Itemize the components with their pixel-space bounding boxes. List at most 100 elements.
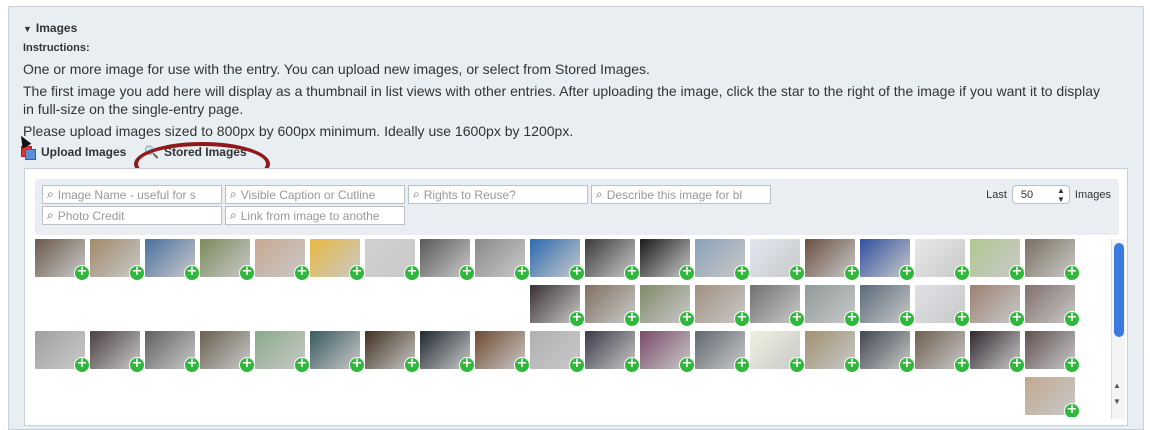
add-image-icon[interactable]: + [844, 357, 860, 373]
add-image-icon[interactable]: + [624, 265, 640, 281]
add-image-icon[interactable]: + [789, 265, 805, 281]
image-thumbnail[interactable]: + [805, 239, 860, 281]
image-thumbnail[interactable]: + [970, 239, 1025, 281]
image-thumbnail[interactable]: + [585, 285, 640, 327]
image-thumbnail[interactable]: + [805, 285, 860, 327]
add-image-icon[interactable]: + [1009, 357, 1025, 373]
add-image-icon[interactable]: + [1064, 403, 1080, 417]
add-image-icon[interactable]: + [1064, 311, 1080, 327]
image-thumbnail[interactable]: + [90, 239, 145, 281]
add-image-icon[interactable]: + [74, 357, 90, 373]
disclosure-triangle-icon[interactable]: ▼ [23, 24, 32, 34]
image-thumbnail[interactable]: + [695, 239, 750, 281]
add-image-icon[interactable]: + [294, 265, 310, 281]
add-image-icon[interactable]: + [679, 357, 695, 373]
add-image-icon[interactable]: + [404, 265, 420, 281]
image-thumbnail[interactable]: + [915, 331, 970, 373]
tab-upload-images[interactable]: Upload Images [20, 140, 126, 164]
image-thumbnail[interactable]: + [585, 331, 640, 373]
add-image-icon[interactable]: + [514, 357, 530, 373]
photo-credit-filter[interactable]: ⌕ Photo Credit [42, 206, 222, 225]
add-image-icon[interactable]: + [184, 265, 200, 281]
add-image-icon[interactable]: + [129, 265, 145, 281]
image-thumbnail[interactable]: + [1025, 377, 1080, 417]
image-thumbnail[interactable]: + [200, 239, 255, 281]
image-thumbnail[interactable]: + [145, 331, 200, 373]
add-image-icon[interactable]: + [294, 357, 310, 373]
add-image-icon[interactable]: + [899, 311, 915, 327]
image-name-filter[interactable]: ⌕ Image Name - useful for s [42, 185, 222, 204]
image-thumbnail[interactable]: + [530, 239, 585, 281]
image-thumbnail[interactable]: + [860, 239, 915, 281]
image-thumbnail[interactable]: + [750, 331, 805, 373]
describe-filter[interactable]: ⌕ Describe this image for bl [591, 185, 771, 204]
image-thumbnail[interactable]: + [475, 331, 530, 373]
add-image-icon[interactable]: + [789, 357, 805, 373]
add-image-icon[interactable]: + [954, 357, 970, 373]
image-thumbnail[interactable]: + [805, 331, 860, 373]
image-thumbnail[interactable]: + [915, 285, 970, 327]
image-thumbnail[interactable]: + [640, 285, 695, 327]
add-image-icon[interactable]: + [679, 265, 695, 281]
image-thumbnail[interactable]: + [750, 239, 805, 281]
image-thumbnail[interactable]: + [1025, 239, 1080, 281]
add-image-icon[interactable]: + [734, 265, 750, 281]
add-image-icon[interactable]: + [624, 311, 640, 327]
section-header[interactable]: ▼ Images [23, 21, 77, 35]
scrollbar[interactable]: ▲ ▼ [1111, 239, 1125, 419]
image-thumbnail[interactable]: + [475, 239, 530, 281]
add-image-icon[interactable]: + [569, 357, 585, 373]
add-image-icon[interactable]: + [569, 311, 585, 327]
image-thumbnail[interactable]: + [695, 331, 750, 373]
image-thumbnail[interactable]: + [365, 331, 420, 373]
image-thumbnail[interactable]: + [145, 239, 200, 281]
add-image-icon[interactable]: + [459, 265, 475, 281]
image-thumbnail[interactable]: + [420, 239, 475, 281]
image-thumbnail[interactable]: + [310, 239, 365, 281]
image-thumbnail[interactable]: + [970, 285, 1025, 327]
add-image-icon[interactable]: + [1009, 265, 1025, 281]
add-image-icon[interactable]: + [239, 357, 255, 373]
add-image-icon[interactable]: + [954, 311, 970, 327]
image-thumbnail[interactable]: + [860, 331, 915, 373]
add-image-icon[interactable]: + [954, 265, 970, 281]
caption-filter[interactable]: ⌕ Visible Caption or Cutline [225, 185, 405, 204]
add-image-icon[interactable]: + [844, 311, 860, 327]
add-image-icon[interactable]: + [1064, 265, 1080, 281]
image-thumbnail[interactable]: + [640, 239, 695, 281]
add-image-icon[interactable]: + [74, 265, 90, 281]
image-thumbnail[interactable]: + [1025, 285, 1080, 327]
scroll-up-icon[interactable]: ▲ [1113, 381, 1121, 390]
add-image-icon[interactable]: + [734, 357, 750, 373]
image-thumbnail[interactable]: + [35, 239, 90, 281]
image-thumbnail[interactable]: + [750, 285, 805, 327]
add-image-icon[interactable]: + [514, 265, 530, 281]
scrollbar-thumb[interactable] [1114, 243, 1124, 337]
scroll-down-icon[interactable]: ▼ [1113, 397, 1121, 406]
image-thumbnail[interactable]: + [255, 331, 310, 373]
add-image-icon[interactable]: + [404, 357, 420, 373]
image-thumbnail[interactable]: + [365, 239, 420, 281]
add-image-icon[interactable]: + [1064, 357, 1080, 373]
image-thumbnail[interactable]: + [90, 331, 145, 373]
add-image-icon[interactable]: + [349, 265, 365, 281]
image-thumbnail[interactable]: + [1025, 331, 1080, 373]
image-thumbnail[interactable]: + [585, 239, 640, 281]
image-thumbnail[interactable]: + [255, 239, 310, 281]
image-thumbnail[interactable]: + [420, 331, 475, 373]
add-image-icon[interactable]: + [679, 311, 695, 327]
add-image-icon[interactable]: + [1009, 311, 1025, 327]
add-image-icon[interactable]: + [789, 311, 805, 327]
add-image-icon[interactable]: + [569, 265, 585, 281]
tab-stored-images[interactable]: 🔍 Stored Images [132, 140, 259, 164]
add-image-icon[interactable]: + [184, 357, 200, 373]
image-thumbnail[interactable]: + [970, 331, 1025, 373]
image-count-select[interactable]: 50 ▲ ▼ [1011, 185, 1070, 204]
add-image-icon[interactable]: + [844, 265, 860, 281]
image-thumbnail[interactable]: + [860, 285, 915, 327]
add-image-icon[interactable]: + [129, 357, 145, 373]
image-thumbnail[interactable]: + [200, 331, 255, 373]
link-filter[interactable]: ⌕ Link from image to anothe [225, 206, 405, 225]
image-thumbnail[interactable]: + [695, 285, 750, 327]
image-thumbnail[interactable]: + [530, 331, 585, 373]
